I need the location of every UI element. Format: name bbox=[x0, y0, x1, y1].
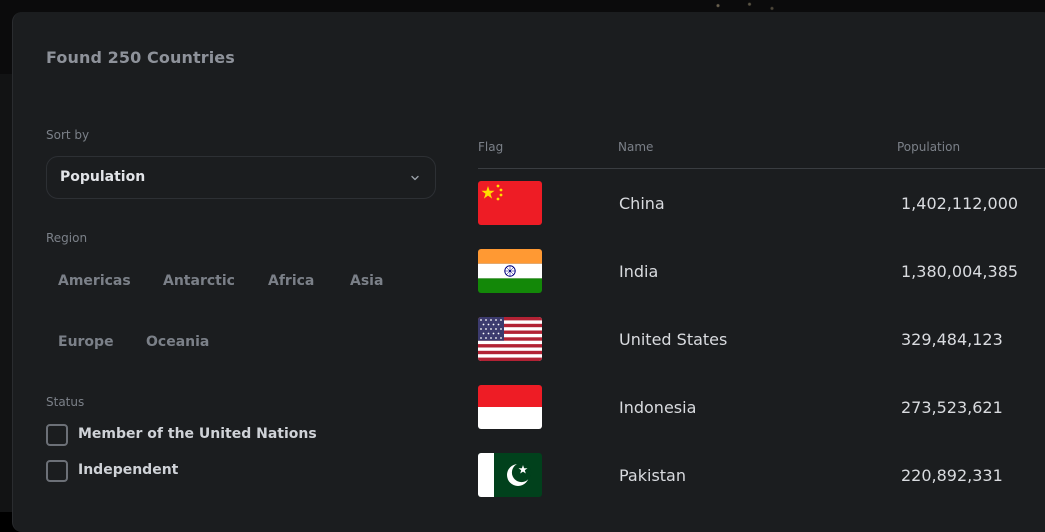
country-population: 273,523,621 bbox=[901, 398, 1003, 417]
background-gutter bbox=[0, 74, 12, 512]
country-name: Pakistan bbox=[619, 466, 686, 485]
pakistan-flag-icon bbox=[478, 453, 542, 497]
country-name: India bbox=[619, 262, 659, 281]
india-flag-icon bbox=[478, 249, 542, 293]
independent-label: Independent bbox=[78, 462, 179, 478]
usa-flag-icon bbox=[478, 317, 542, 361]
country-population: 329,484,123 bbox=[901, 330, 1003, 349]
table-header-divider bbox=[478, 168, 1045, 169]
region-chip-americas[interactable]: Americas bbox=[58, 273, 131, 289]
status-label: Status bbox=[46, 395, 85, 409]
region-chip-oceania[interactable]: Oceania bbox=[146, 334, 209, 350]
un-member-checkbox[interactable] bbox=[46, 424, 68, 446]
countries-panel: Found 250 Countries Sort by Population R… bbox=[12, 12, 1045, 532]
country-name: Indonesia bbox=[619, 398, 697, 417]
column-header-flag[interactable]: Flag bbox=[478, 140, 503, 154]
region-chip-africa[interactable]: Africa bbox=[268, 273, 314, 289]
region-chip-asia[interactable]: Asia bbox=[350, 273, 383, 289]
table-row[interactable]: United States 329,484,123 bbox=[478, 317, 1045, 361]
table-row[interactable]: Indonesia 273,523,621 bbox=[478, 385, 1045, 429]
chevron-down-icon bbox=[411, 175, 419, 181]
country-population: 1,380,004,385 bbox=[901, 262, 1019, 281]
country-name: China bbox=[619, 194, 665, 213]
sort-select-value: Population bbox=[60, 169, 146, 185]
region-chip-antarctic[interactable]: Antarctic bbox=[163, 273, 235, 289]
sort-label: Sort by bbox=[46, 128, 90, 142]
region-chip-europe[interactable]: Europe bbox=[58, 334, 114, 350]
country-population: 220,892,331 bbox=[901, 466, 1003, 485]
table-row[interactable]: India 1,380,004,385 bbox=[478, 249, 1045, 293]
independent-checkbox[interactable] bbox=[46, 460, 68, 482]
column-header-population[interactable]: Population bbox=[897, 140, 960, 154]
region-label: Region bbox=[46, 231, 88, 245]
sort-select[interactable]: Population bbox=[46, 156, 436, 199]
indonesia-flag-icon bbox=[478, 385, 542, 429]
table-row[interactable]: Pakistan 220,892,331 bbox=[478, 453, 1045, 497]
country-name: United States bbox=[619, 330, 728, 349]
results-count: Found 250 Countries bbox=[46, 48, 235, 67]
un-member-label: Member of the United Nations bbox=[78, 426, 317, 442]
china-flag-icon bbox=[478, 181, 542, 225]
country-population: 1,402,112,000 bbox=[901, 194, 1019, 213]
column-header-name[interactable]: Name bbox=[618, 140, 653, 154]
table-row[interactable]: China 1,402,112,000 bbox=[478, 181, 1045, 225]
